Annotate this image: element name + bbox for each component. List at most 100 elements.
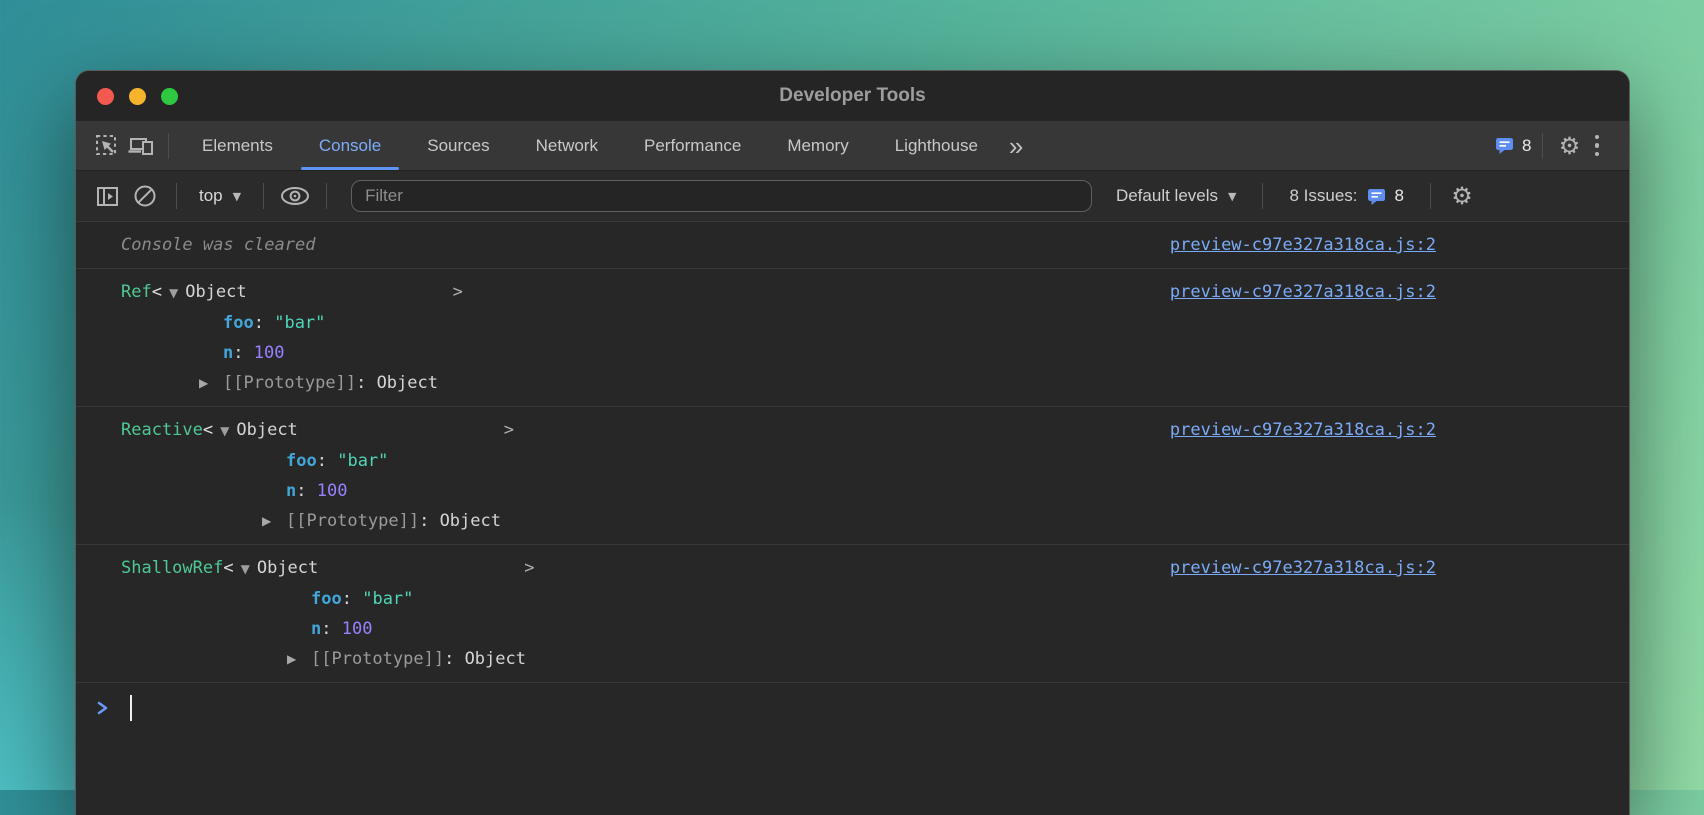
open-angle: < <box>223 558 233 578</box>
prompt-chevron-icon <box>96 699 110 717</box>
property-key: n <box>223 343 233 363</box>
colon: : <box>419 511 429 531</box>
kebab-dot <box>1595 152 1600 157</box>
clear-console-icon <box>132 183 158 209</box>
property-key: n <box>311 619 321 639</box>
collapse-triangle-icon[interactable]: ▼ <box>241 562 250 576</box>
issues-label: 8 Issues: <box>1289 186 1357 206</box>
object-label: Object <box>185 282 246 302</box>
collapse-triangle-icon[interactable]: ▼ <box>220 424 229 438</box>
prototype-row[interactable]: ▶[[Prototype]]: Object <box>286 506 1419 536</box>
tab-performance[interactable]: Performance <box>621 121 764 170</box>
ref-type-name: Ref <box>121 282 152 302</box>
chevron-down-icon: ▼ <box>233 190 241 203</box>
inspect-icon <box>94 133 120 159</box>
colon: : <box>317 451 327 471</box>
create-live-expression-button[interactable] <box>278 179 312 213</box>
property-key: foo <box>286 451 317 471</box>
prototype-row[interactable]: ▶[[Prototype]]: Object <box>223 368 1419 398</box>
javascript-context-selector[interactable]: top ▼ <box>191 186 249 206</box>
source-link[interactable]: preview-c97e327a318ca.js:2 <box>1170 230 1436 260</box>
object-label: Object <box>257 558 318 578</box>
console-settings-button[interactable]: ⚙ <box>1445 179 1479 213</box>
main-menu-button[interactable] <box>1587 131 1608 161</box>
tab-elements[interactable]: Elements <box>179 121 296 170</box>
divider <box>326 183 327 209</box>
object-children: foo: "bar" n: 100 ▶[[Prototype]]: Object <box>311 584 1419 674</box>
colon: : <box>254 313 264 333</box>
console-message-cleared: Console was cleared preview-c97e327a318c… <box>76 222 1629 269</box>
message-count: 8 <box>1522 136 1531 156</box>
window-title: Developer Tools <box>76 85 1629 107</box>
devtools-tab-bar: Elements Console Sources Network Perform… <box>76 121 1629 171</box>
gear-icon: ⚙ <box>1451 184 1473 208</box>
console-output: Console was cleared preview-c97e327a318c… <box>76 222 1629 721</box>
object-children: foo: "bar" n: 100 ▶[[Prototype]]: Object <box>223 308 1419 398</box>
property-row: foo: "bar" <box>223 308 1419 338</box>
settings-button[interactable]: ⚙ <box>1553 129 1587 163</box>
property-value-number: 100 <box>254 343 285 363</box>
collapse-triangle-icon[interactable]: ▼ <box>169 286 178 300</box>
divider <box>1430 183 1431 209</box>
prototype-key: [[Prototype]] <box>286 511 419 531</box>
console-messages-indicator[interactable]: 8 <box>1495 136 1531 156</box>
property-key: foo <box>311 589 342 609</box>
console-toolbar: top ▼ Default levels ▼ 8 Issues: <box>76 171 1629 222</box>
source-link[interactable]: preview-c97e327a318ca.js:2 <box>1170 553 1436 583</box>
tab-lighthouse[interactable]: Lighthouse <box>872 121 1001 170</box>
property-key: n <box>286 481 296 501</box>
expand-triangle-icon[interactable]: ▶ <box>262 506 271 536</box>
kebab-dot <box>1595 135 1600 140</box>
prototype-value: Object <box>377 373 438 393</box>
log-levels-label: Default levels <box>1116 186 1218 206</box>
issues-bubble-icon <box>1367 187 1386 206</box>
context-label: top <box>199 186 223 206</box>
close-angle: > <box>504 420 514 440</box>
clear-console-button[interactable] <box>128 179 162 213</box>
show-console-sidebar-button[interactable] <box>90 179 124 213</box>
colon: : <box>296 481 306 501</box>
reactive-type-name: Reactive <box>121 420 203 440</box>
prototype-key: [[Prototype]] <box>223 373 356 393</box>
expand-triangle-icon[interactable]: ▶ <box>199 368 208 398</box>
prototype-value: Object <box>465 649 526 669</box>
issues-count: 8 <box>1395 186 1404 206</box>
tab-sources[interactable]: Sources <box>404 121 512 170</box>
property-row: n: 100 <box>223 338 1419 368</box>
close-angle: > <box>453 282 463 302</box>
open-angle: < <box>203 420 213 440</box>
prototype-key: [[Prototype]] <box>311 649 444 669</box>
toggle-device-toolbar-button[interactable] <box>124 129 158 163</box>
tab-console[interactable]: Console <box>296 121 404 170</box>
text-cursor <box>130 695 132 721</box>
cleared-text: Console was cleared <box>121 235 315 255</box>
property-value-string: "bar" <box>337 451 388 471</box>
prototype-row[interactable]: ▶[[Prototype]]: Object <box>311 644 1419 674</box>
eye-icon <box>279 184 311 208</box>
panel-tabs: Elements Console Sources Network Perform… <box>179 121 1001 170</box>
gear-icon: ⚙ <box>1559 134 1581 158</box>
inspect-element-button[interactable] <box>90 129 124 163</box>
source-link[interactable]: preview-c97e327a318ca.js:2 <box>1170 415 1436 445</box>
more-tabs-button[interactable]: » <box>1001 133 1031 159</box>
kebab-dot <box>1595 143 1600 148</box>
tab-network[interactable]: Network <box>513 121 621 170</box>
log-levels-selector[interactable]: Default levels ▼ <box>1104 186 1249 206</box>
colon: : <box>444 649 454 669</box>
source-link[interactable]: preview-c97e327a318ca.js:2 <box>1170 277 1436 307</box>
issues-counter[interactable]: 8 Issues: 8 <box>1277 186 1416 206</box>
filter-input[interactable] <box>351 180 1092 212</box>
colon: : <box>342 589 352 609</box>
object-children: foo: "bar" n: 100 ▶[[Prototype]]: Object <box>286 446 1419 536</box>
colon: : <box>321 619 331 639</box>
chevron-down-icon: ▼ <box>1228 190 1236 203</box>
divider <box>1262 183 1263 209</box>
colon: : <box>233 343 243 363</box>
divider <box>168 133 169 159</box>
console-prompt[interactable] <box>76 683 1629 721</box>
divider <box>176 183 177 209</box>
expand-triangle-icon[interactable]: ▶ <box>287 644 296 674</box>
property-row: n: 100 <box>311 614 1419 644</box>
device-toolbar-icon <box>127 133 155 159</box>
tab-memory[interactable]: Memory <box>764 121 871 170</box>
